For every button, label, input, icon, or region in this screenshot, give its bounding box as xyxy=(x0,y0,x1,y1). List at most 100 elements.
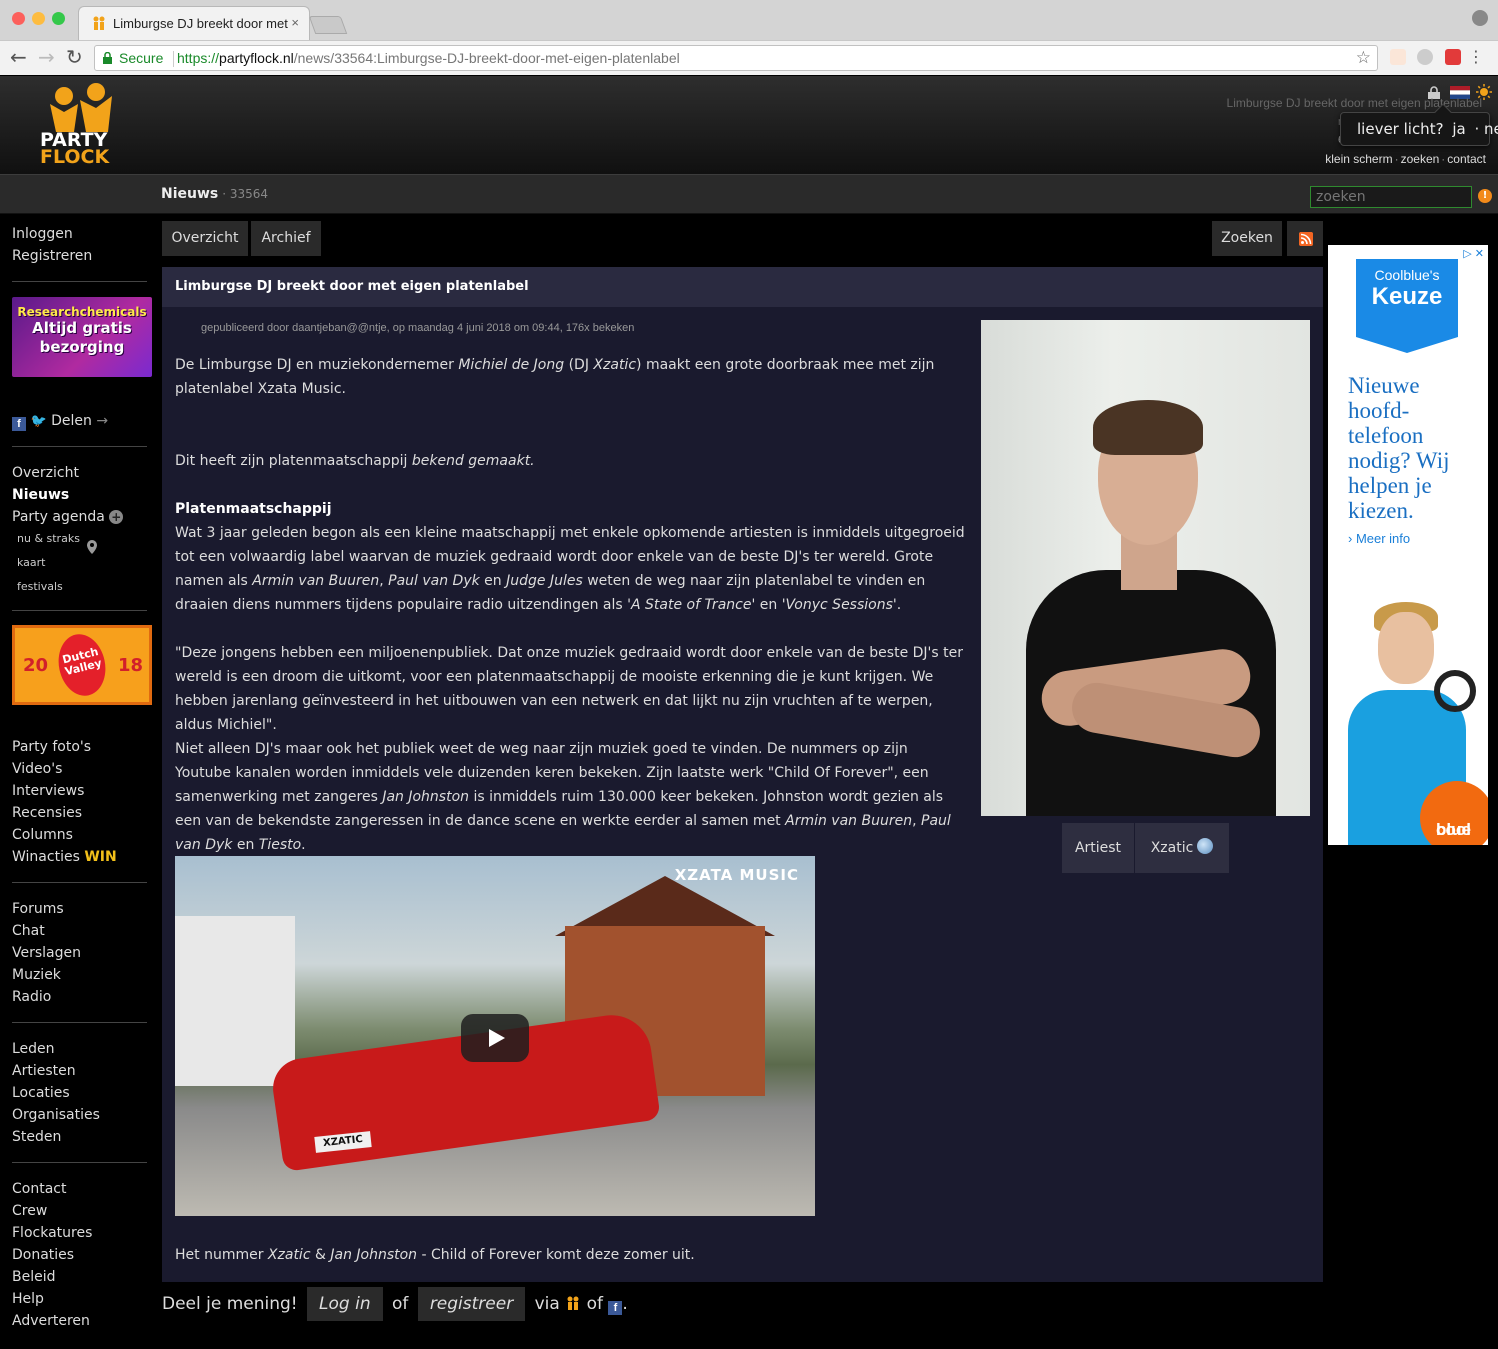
artist-link-xzatic[interactable]: Xzatic xyxy=(268,1247,311,1263)
sidebar-item-crew[interactable]: Crew xyxy=(12,1203,47,1219)
twitter-icon[interactable]: 🐦 xyxy=(30,414,46,429)
research-chemicals-ad[interactable]: Researchchemicals Altijd gratis bezorgin… xyxy=(12,297,152,377)
dutch-valley-ad[interactable]: 20 Dutch Valley 18 xyxy=(12,625,152,705)
register-button[interactable]: registreer xyxy=(417,1287,526,1321)
url-text: https://partyflock.nl/news/33564:Limburg… xyxy=(177,50,680,66)
partyflock-small-icon[interactable] xyxy=(565,1296,581,1310)
divider xyxy=(12,446,147,447)
sidebar-item-steden[interactable]: Steden xyxy=(12,1129,61,1145)
divider xyxy=(12,281,147,282)
artist-link-armin[interactable]: Armin van Buuren xyxy=(252,573,379,589)
sidebar-item-recensies[interactable]: Recensies xyxy=(12,805,82,821)
sidebar-item-flockatures[interactable]: Flockatures xyxy=(12,1225,92,1241)
sidebar-item-forums[interactable]: Forums xyxy=(12,901,64,917)
reload-icon[interactable]: ↻ xyxy=(66,46,83,68)
sidebar-item-winacties[interactable]: Winacties WIN xyxy=(12,849,117,865)
close-window-button[interactable] xyxy=(12,12,25,25)
tab-close-icon[interactable]: × xyxy=(291,15,299,30)
bookmark-star-icon[interactable]: ☆ xyxy=(1356,48,1371,68)
paragraph-label: Platenmaatschappij Wat 3 jaar geleden beg… xyxy=(175,501,965,613)
artist-link-xzatic[interactable]: Xzatic xyxy=(593,357,636,373)
artist-photo[interactable] xyxy=(981,320,1310,816)
sidebar-item-adverteren[interactable]: Adverteren xyxy=(12,1313,90,1329)
logo-text[interactable]: PARTY FLOCK xyxy=(40,131,109,167)
sidebar-item-chat[interactable]: Chat xyxy=(12,923,45,939)
ad-close-icon[interactable]: ▷ ✕ xyxy=(1463,247,1484,260)
map-pin-icon[interactable] xyxy=(87,540,97,554)
youtube-video[interactable]: XZATIC XZATA MUSIC xyxy=(175,856,815,1216)
browser-tab[interactable]: Limburgse DJ breekt door met × xyxy=(78,6,310,40)
artist-link-jan-johnston[interactable]: Jan Johnston xyxy=(330,1247,417,1263)
sidebar-item-leden[interactable]: Leden xyxy=(12,1041,55,1057)
facebook-icon[interactable]: f xyxy=(12,417,26,431)
contact-link[interactable]: contact xyxy=(1447,152,1486,166)
sidebar-item-radio[interactable]: Radio xyxy=(12,989,51,1005)
light-yes-link[interactable]: ja xyxy=(1452,120,1465,138)
sidebar-item-nu-straks[interactable]: nu & straks xyxy=(17,532,80,545)
tab-archief[interactable]: Archief xyxy=(251,221,321,256)
sidebar-item-organisaties[interactable]: Organisaties xyxy=(12,1107,100,1123)
extension-camera-icon[interactable] xyxy=(1417,49,1433,65)
sidebar-item-videos[interactable]: Video's xyxy=(12,761,62,777)
ad-more-info-link[interactable]: › Meer info xyxy=(1348,531,1410,546)
sidebar-item-beleid[interactable]: Beleid xyxy=(12,1269,56,1285)
paragraph-audience: Niet alleen DJ's maar ook het publiek we… xyxy=(175,741,951,853)
sidebar-item-overzicht[interactable]: Overzicht xyxy=(12,465,79,481)
site-search-input[interactable] xyxy=(1310,186,1472,208)
coolblue-ad[interactable]: ▷ ✕ Coolblue's Keuze Nieuwe hoofd-telefo… xyxy=(1328,245,1488,845)
artist-link-michiel[interactable]: Michiel de Jong xyxy=(458,357,564,373)
divider xyxy=(12,1162,147,1163)
extension-red-icon[interactable] xyxy=(1445,49,1461,65)
artist-link-armin[interactable]: Armin van Buuren xyxy=(785,813,912,829)
sidebar-item-nieuws[interactable]: Nieuws xyxy=(12,487,69,503)
sidebar-item-artiesten[interactable]: Artiesten xyxy=(12,1063,76,1079)
rss-icon[interactable] xyxy=(1299,232,1313,246)
divider xyxy=(12,882,147,883)
profile-icon[interactable] xyxy=(1472,10,1488,26)
sidebar-item-columns[interactable]: Columns xyxy=(12,827,73,843)
sidebar-item-help[interactable]: Help xyxy=(12,1291,44,1307)
minimize-window-button[interactable] xyxy=(32,12,45,25)
sidebar-item-muziek[interactable]: Muziek xyxy=(12,967,61,983)
login-button[interactable]: Log in xyxy=(307,1287,383,1321)
sidebar-item-locaties[interactable]: Locaties xyxy=(12,1085,70,1101)
extension-flame-icon[interactable] xyxy=(1390,49,1406,65)
sidebar-item-verslagen[interactable]: Verslagen xyxy=(12,945,81,961)
share-row[interactable]: f 🐦 Delen → xyxy=(12,413,108,431)
forward-icon[interactable]: → xyxy=(38,46,55,68)
new-tab-button[interactable] xyxy=(308,16,348,34)
tab-zoeken[interactable]: Zoeken xyxy=(1212,221,1282,256)
register-link[interactable]: Registreren xyxy=(12,248,92,264)
browser-menu-icon[interactable]: ⋮ xyxy=(1468,47,1484,66)
warning-icon: ! xyxy=(1478,189,1492,203)
login-link[interactable]: Inloggen xyxy=(12,226,73,242)
section-title: Nieuws · 33564 xyxy=(161,186,269,202)
artist-link-xzatic-button[interactable]: Xzatic xyxy=(1135,823,1229,873)
facebook-login-icon[interactable]: f xyxy=(608,1301,623,1315)
tab-overzicht[interactable]: Overzicht xyxy=(162,221,248,256)
light-no-link[interactable]: · nee xyxy=(1474,120,1498,138)
address-bar[interactable]: Secure https://partyflock.nl/news/33564:… xyxy=(94,45,1378,71)
back-icon[interactable]: ← xyxy=(10,46,27,68)
maximize-window-button[interactable] xyxy=(52,12,65,25)
share-arrow-icon: → xyxy=(96,413,109,429)
sidebar-item-kaart[interactable]: kaart xyxy=(17,556,46,569)
browser-toolbar: ← → ↻ Secure https://partyflock.nl/news/… xyxy=(0,40,1498,75)
artist-link-tiesto[interactable]: Tiesto xyxy=(259,837,301,853)
sidebar-item-contact[interactable]: Contact xyxy=(12,1181,66,1197)
sidebar-item-donaties[interactable]: Donaties xyxy=(12,1247,74,1263)
small-screen-link[interactable]: klein scherm xyxy=(1325,152,1392,166)
add-icon[interactable]: + xyxy=(109,510,124,524)
source-link[interactable]: bekend gemaakt. xyxy=(412,453,535,469)
search-link[interactable]: zoeken xyxy=(1401,152,1440,166)
play-icon[interactable] xyxy=(461,1014,529,1062)
artist-link-jan-johnston[interactable]: Jan Johnston xyxy=(382,789,469,805)
sidebar-item-party-agenda[interactable]: Party agenda + xyxy=(12,509,124,525)
sidebar-item-fotos[interactable]: Party foto's xyxy=(12,739,91,755)
artist-link-judge-jules[interactable]: Judge Jules xyxy=(506,573,583,589)
comment-prompt: Deel je mening! Log in of registreer via… xyxy=(162,1287,628,1327)
sidebar-item-interviews[interactable]: Interviews xyxy=(12,783,84,799)
sidebar-item-festivals[interactable]: festivals xyxy=(17,580,63,593)
coolblue-logo: cool blue xyxy=(1420,781,1488,845)
artist-link-pvd[interactable]: Paul van Dyk xyxy=(388,573,480,589)
